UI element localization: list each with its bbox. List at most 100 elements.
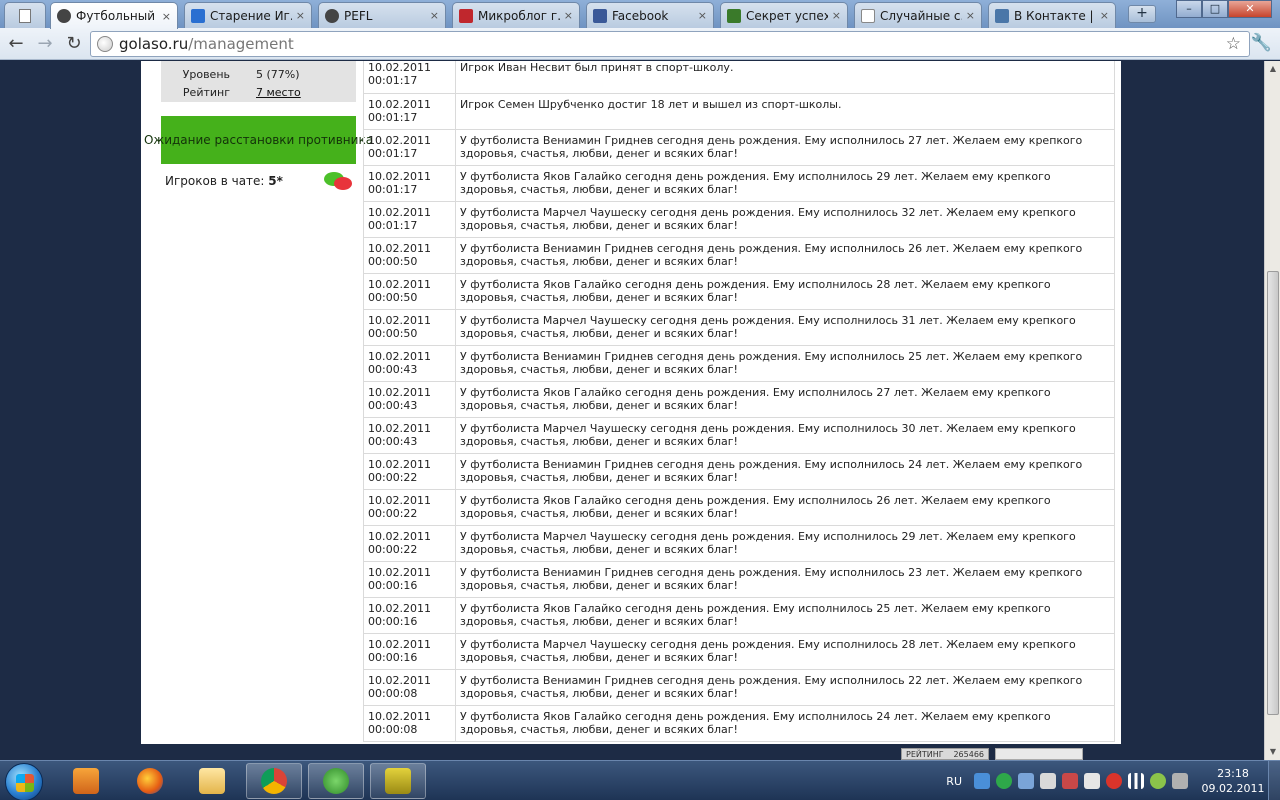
rating-label: Рейтинг [182,85,230,99]
browser-tab[interactable]: PEFL × [318,2,446,28]
log-date: 10.02.2011 [368,601,431,615]
tab-close-icon[interactable]: × [296,9,305,22]
log-date: 10.02.2011 [368,169,431,183]
log-row: 10.02.2011 00:01:17 У футболиста Марчел Ча… [363,201,1115,238]
browser-tab[interactable]: Старение Иг... × [184,2,312,28]
taskbar-app-button[interactable] [58,763,114,799]
log-datetime: 10.02.2011 00:00:50 [363,237,456,274]
vk-icon [995,8,1009,23]
clock[interactable]: 23:18 09.02.2011 [1198,766,1268,796]
second-counter[interactable] [995,748,1083,760]
tray-app-icon[interactable] [1018,773,1034,789]
tab-close-icon[interactable]: × [832,9,841,22]
maximize-button[interactable]: □ [1202,0,1228,18]
log-datetime: 10.02.2011 00:00:16 [363,633,456,670]
log-message: У футболиста Яков Галайко сегодня день р… [455,381,1115,418]
rating-row: Рейтинг 7 место [161,83,356,101]
tray-app-icon[interactable] [1172,773,1188,789]
taskbar-app-button[interactable] [246,763,302,799]
log-time: 00:00:22 [368,542,418,556]
log-date: 10.02.2011 [368,97,431,111]
clock-time: 23:18 [1217,767,1249,780]
soccer-ball-icon [57,9,71,23]
new-tab-button[interactable]: + [1128,5,1156,23]
log-row: 10.02.2011 00:01:17 Игрок Иван Несвит был … [363,61,1115,94]
tray-app-icon[interactable] [1084,773,1100,789]
bookmark-star-icon[interactable]: ☆ [1226,34,1241,54]
tray-app-icon[interactable] [974,773,990,789]
tray-app-icon[interactable] [1062,773,1078,789]
waiting-opponent-banner[interactable]: Ожидание расстановки противника [144,116,373,164]
log-row: 10.02.2011 00:01:17 Игрок Семен Шрубченко … [363,93,1115,130]
counter-value: 265466 [953,749,984,759]
log-time: 00:00:16 [368,650,418,664]
soccer-ball-icon [325,8,339,23]
log-message: У футболиста Вениамин Гриднев сегодня де… [455,561,1115,598]
log-message: Игрок Семен Шрубченко достиг 18 лет и вы… [455,93,1115,130]
start-button[interactable] [5,763,43,800]
tray-app-icon[interactable] [1106,773,1122,789]
rating-counter[interactable]: РЕЙТИНГ 265466 [901,748,989,760]
reload-button[interactable]: ↻ [61,31,87,57]
browser-tab[interactable]: Микроблог г... × [452,2,580,28]
minimize-button[interactable]: – [1176,0,1202,18]
tab-close-icon[interactable]: × [430,9,439,22]
tab-close-icon[interactable]: × [162,10,171,23]
log-date: 10.02.2011 [368,709,431,723]
scroll-up-arrow-icon[interactable]: ▲ [1267,63,1279,75]
log-date: 10.02.2011 [368,457,431,471]
log-datetime: 10.02.2011 00:01:17 [363,61,456,94]
forward-button[interactable]: → [32,31,58,57]
tab-label: PEFL [344,8,373,23]
taskbar-app-button[interactable] [184,763,240,799]
chat-bubbles-icon[interactable] [324,170,352,192]
rating-link[interactable]: 7 место [256,86,301,99]
log-datetime: 10.02.2011 00:00:22 [363,453,456,490]
tray-app-icon[interactable] [1040,773,1056,789]
taskbar-app-button[interactable] [308,763,364,799]
log-message: У футболиста Яков Галайко сегодня день р… [455,489,1115,526]
log-datetime: 10.02.2011 00:01:17 [363,93,456,130]
browser-tab[interactable]: В Контакте | ... × [988,2,1116,28]
log-date: 10.02.2011 [368,241,431,255]
wrench-menu-icon[interactable]: 🔧 [1251,33,1272,53]
language-indicator[interactable]: RU [946,775,962,788]
log-message: У футболиста Вениамин Гриднев сегодня де… [455,453,1115,490]
log-datetime: 10.02.2011 00:00:22 [363,525,456,562]
taskbar-app-button[interactable] [370,763,426,799]
scroll-down-arrow-icon[interactable]: ▼ [1267,746,1279,758]
url-host: golaso.ru [119,35,189,53]
show-desktop-button[interactable] [1268,761,1280,800]
tray-app-icon[interactable] [996,773,1012,789]
back-button[interactable]: ← [3,31,29,57]
address-bar[interactable]: golaso.ru/management ☆ [90,31,1250,57]
log-message: У футболиста Марчел Чаушеску сегодня ден… [455,309,1115,346]
page-icon [861,8,875,23]
facebook-icon [593,8,607,23]
scroll-thumb[interactable] [1267,271,1279,715]
close-window-button[interactable]: ✕ [1228,0,1272,18]
log-date: 10.02.2011 [368,385,431,399]
network-icon[interactable] [1128,773,1144,789]
log-datetime: 10.02.2011 00:00:16 [363,561,456,598]
log-date: 10.02.2011 [368,349,431,363]
browser-tab[interactable]: Секрет успех... × [720,2,848,28]
taskbar-app-button[interactable] [122,763,178,799]
log-message: У футболиста Вениамин Гриднев сегодня де… [455,237,1115,274]
browser-tab[interactable]: Футбольный ... × [50,2,178,29]
tray-app-icon[interactable] [1150,773,1166,789]
log-date: 10.02.2011 [368,61,431,74]
tab-close-icon[interactable]: × [698,9,707,22]
tab-close-icon[interactable]: × [564,9,573,22]
tab-close-icon[interactable]: × [966,9,975,22]
tab-blank-page[interactable] [4,2,46,28]
browser-tab[interactable]: Случайные с... × [854,2,982,28]
stats-box: Уровень 5 (77%) Рейтинг 7 место [161,61,356,102]
log-time: 00:01:17 [368,110,418,124]
browser-tab[interactable]: Facebook × [586,2,714,28]
log-message: У футболиста Марчел Чаушеску сегодня ден… [455,633,1115,670]
tab-close-icon[interactable]: × [1100,9,1109,22]
log-date: 10.02.2011 [368,637,431,651]
vertical-scrollbar[interactable]: ▲ ▼ [1264,61,1280,760]
media-player-icon [73,768,99,794]
